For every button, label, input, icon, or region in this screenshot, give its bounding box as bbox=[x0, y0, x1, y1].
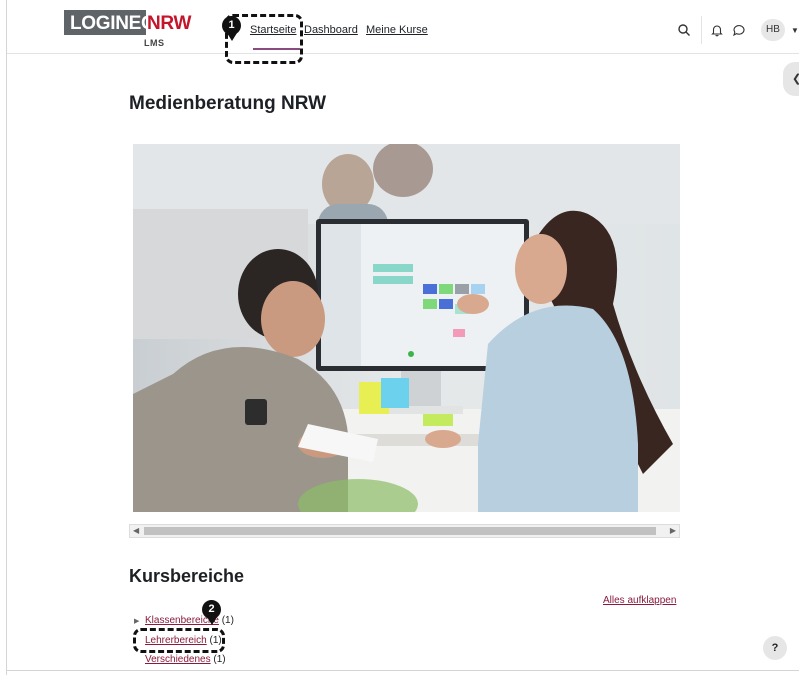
help-button[interactable]: ? bbox=[763, 636, 787, 660]
search-icon[interactable] bbox=[677, 23, 691, 37]
callout-pointer-1 bbox=[227, 33, 237, 41]
top-navbar: LOGINEO NRW LMS Startseite Dashboard Mei… bbox=[7, 0, 799, 54]
hero-photo-illustration bbox=[133, 144, 680, 512]
category-link[interactable]: Verschiedenes bbox=[145, 654, 211, 665]
bell-icon[interactable] bbox=[710, 23, 724, 37]
drawer-toggle-button[interactable]: ❮ bbox=[783, 62, 799, 96]
scrollbar-thumb[interactable] bbox=[144, 527, 656, 535]
chevron-left-icon: ❮ bbox=[792, 72, 799, 85]
logineo-logo[interactable]: LOGINEO NRW LMS bbox=[64, 10, 191, 50]
window-border-bottom bbox=[6, 670, 799, 671]
chat-icon[interactable] bbox=[732, 23, 746, 37]
highlight-lehrerbereich bbox=[133, 628, 225, 653]
logo-text-logineo: LOGINEO bbox=[70, 13, 156, 34]
category-klassenbereiche: Klassenbereiche (1) bbox=[145, 615, 234, 626]
triangle-right-icon[interactable]: ▶ bbox=[134, 617, 139, 625]
chevron-down-icon[interactable]: ▼ bbox=[791, 26, 799, 35]
image-horizontal-scrollbar[interactable]: ◀ ▶ bbox=[129, 524, 680, 538]
expand-all-link[interactable]: Alles aufklappen bbox=[603, 595, 676, 606]
nav-meine-kurse[interactable]: Meine Kurse bbox=[366, 24, 428, 36]
user-avatar[interactable]: HB bbox=[761, 19, 785, 41]
page-title: Medienberatung NRW bbox=[129, 93, 327, 114]
logo-text-lms: LMS bbox=[144, 38, 165, 48]
category-count: (1) bbox=[213, 654, 226, 665]
header-separator bbox=[701, 16, 702, 44]
triangle-right-icon[interactable]: ▶ bbox=[670, 526, 676, 535]
course-categories-title: Kursbereiche bbox=[129, 566, 245, 586]
callout-pointer-2 bbox=[207, 617, 217, 625]
nav-dashboard[interactable]: Dashboard bbox=[304, 24, 358, 36]
triangle-left-icon[interactable]: ◀ bbox=[133, 526, 139, 535]
category-verschiedenes: Verschiedenes (1) bbox=[145, 654, 226, 665]
hero-image bbox=[133, 144, 680, 512]
category-count: (1) bbox=[221, 615, 234, 626]
window-border-left bbox=[6, 0, 7, 675]
logo-text-nrw: NRW bbox=[147, 13, 192, 34]
